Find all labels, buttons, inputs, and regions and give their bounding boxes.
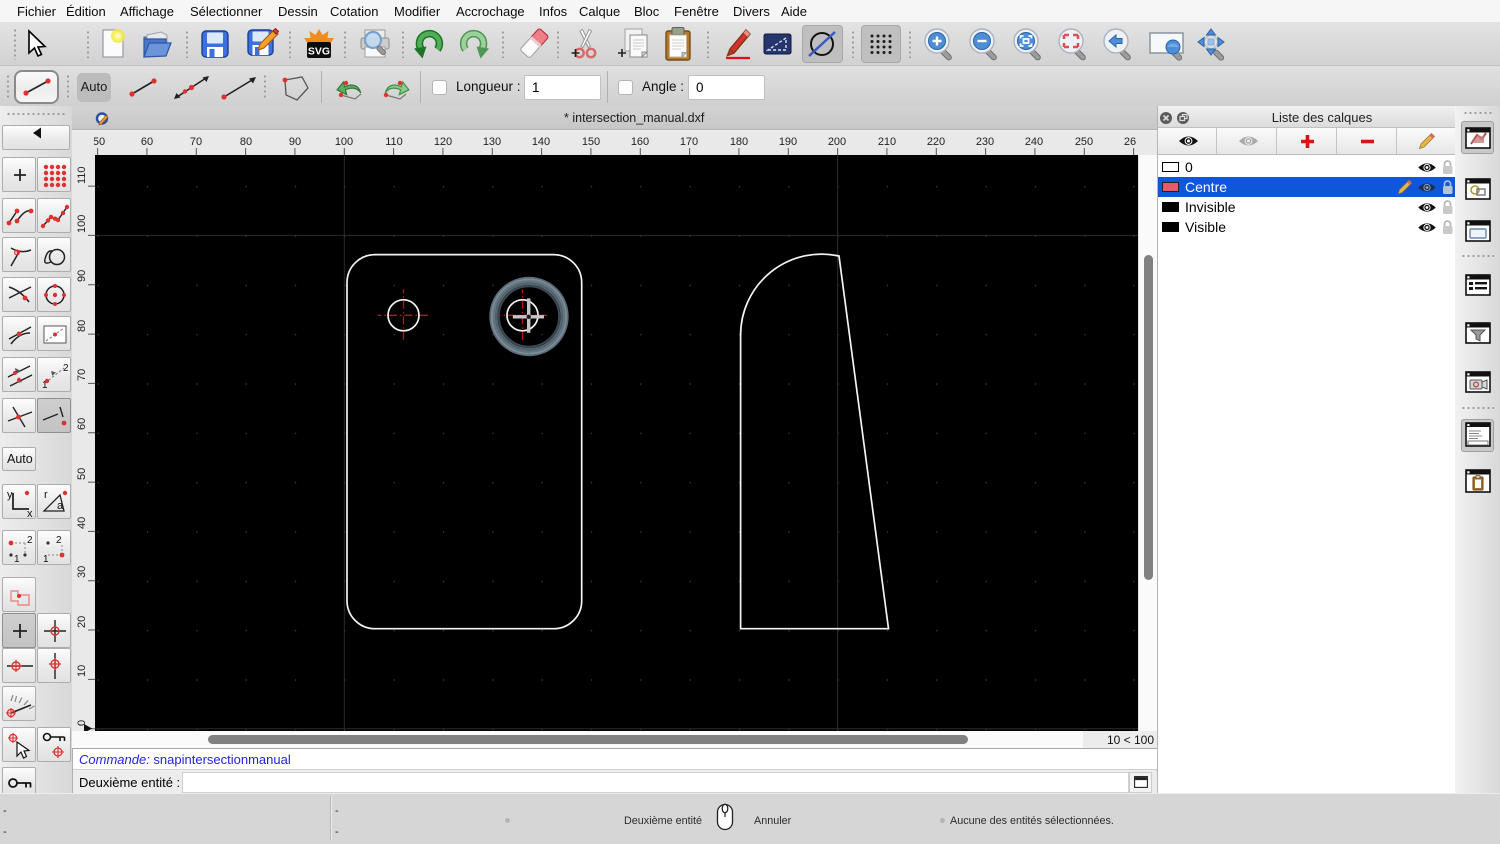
svg-text:40: 40 xyxy=(76,517,88,529)
svg-text:2: 2 xyxy=(27,535,33,546)
svg-text:60: 60 xyxy=(141,136,153,148)
svg-text:SVG: SVG xyxy=(308,46,330,58)
svg-text:70: 70 xyxy=(76,369,88,381)
svg-text:y: y xyxy=(7,489,13,501)
svg-text:140: 140 xyxy=(532,136,550,148)
svg-text:10: 10 xyxy=(76,665,88,677)
svg-text:210: 210 xyxy=(878,136,896,148)
svg-text:80: 80 xyxy=(240,136,252,148)
svg-text:230: 230 xyxy=(976,136,994,148)
svg-text:90: 90 xyxy=(76,270,88,282)
svg-text:100: 100 xyxy=(335,136,353,148)
svg-text:190: 190 xyxy=(779,136,797,148)
svg-text:1: 1 xyxy=(14,554,20,565)
svg-text:180: 180 xyxy=(730,136,748,148)
svg-text:60: 60 xyxy=(76,418,88,430)
svg-text:70: 70 xyxy=(190,136,202,148)
svg-text:1: 1 xyxy=(43,554,49,565)
svg-text:170: 170 xyxy=(680,136,698,148)
svg-text:200: 200 xyxy=(828,136,846,148)
svg-text:80: 80 xyxy=(76,320,88,332)
svg-text:x: x xyxy=(27,508,33,520)
svg-text:160: 160 xyxy=(631,136,649,148)
svg-text:150: 150 xyxy=(582,136,600,148)
svg-text:20: 20 xyxy=(76,616,88,628)
svg-text:50: 50 xyxy=(76,468,88,480)
svg-text:90: 90 xyxy=(289,136,301,148)
svg-text:30: 30 xyxy=(76,566,88,578)
svg-text:26: 26 xyxy=(1124,136,1136,148)
svg-text:250: 250 xyxy=(1075,136,1093,148)
svg-text:2: 2 xyxy=(56,535,62,546)
svg-text:240: 240 xyxy=(1025,136,1043,148)
svg-text:110: 110 xyxy=(76,166,88,184)
svg-text:130: 130 xyxy=(483,136,501,148)
svg-text:0: 0 xyxy=(76,720,88,726)
svg-text:100: 100 xyxy=(76,215,88,233)
svg-text:220: 220 xyxy=(927,136,945,148)
svg-text:50: 50 xyxy=(93,136,105,148)
svg-text:120: 120 xyxy=(434,136,452,148)
svg-text:r: r xyxy=(44,489,48,501)
svg-text:110: 110 xyxy=(385,136,403,148)
svg-text:2: 2 xyxy=(63,363,69,374)
svg-text:a: a xyxy=(57,500,64,512)
